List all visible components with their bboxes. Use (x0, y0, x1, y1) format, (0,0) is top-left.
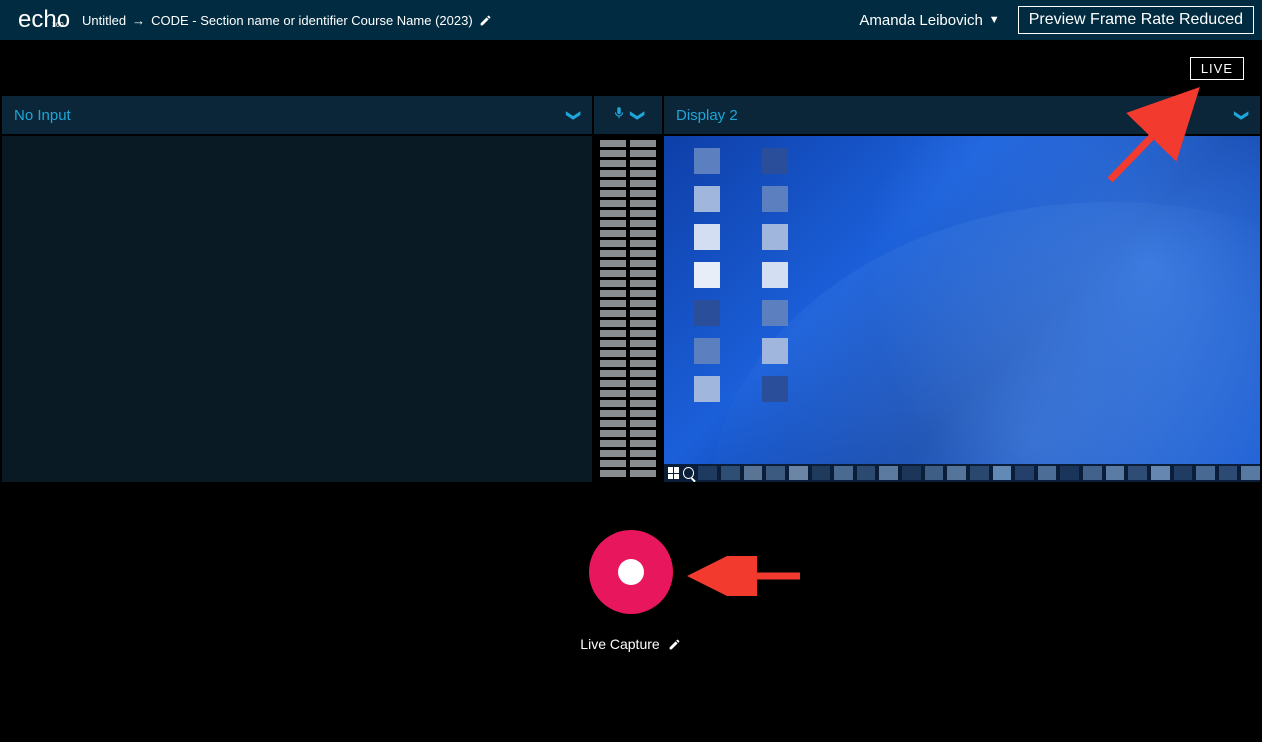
app-header: echo360 Untitled → CODE - Section name o… (0, 0, 1262, 40)
search-icon (683, 467, 694, 479)
preview-row (0, 134, 1262, 482)
user-name: Amanda Leibovich (859, 12, 982, 29)
chevron-down-icon: ▼ (989, 14, 1000, 26)
audio-vu-meter (594, 136, 662, 482)
arrow-icon: → (132, 13, 145, 28)
capture-name-label: Live Capture (580, 636, 659, 652)
edit-title-button[interactable] (479, 13, 493, 27)
edit-capture-name-button[interactable] (668, 637, 682, 651)
pencil-icon (479, 14, 492, 27)
video-source-left-label: No Input (14, 107, 71, 124)
sources-row: No Input ❯ ❯ Display 2 ❯ (0, 96, 1262, 134)
breadcrumb-course: CODE - Section name or identifier Course… (151, 13, 473, 28)
microphone-icon (612, 105, 626, 125)
live-badge: LIVE (1190, 57, 1244, 80)
start-icon (668, 467, 679, 479)
record-button[interactable] (589, 530, 673, 614)
preview-panel-left (2, 136, 592, 482)
vu-channel-left (600, 140, 626, 478)
audio-source-dropdown[interactable]: ❯ (594, 96, 662, 134)
capture-name-row: Live Capture (580, 636, 681, 652)
breadcrumb: Untitled → CODE - Section name or identi… (82, 13, 493, 28)
record-dot-icon (618, 559, 644, 585)
status-row: LIVE (0, 40, 1262, 96)
user-menu[interactable]: Amanda Leibovich ▼ (859, 12, 1005, 29)
vu-channel-right (630, 140, 656, 478)
preview-panel-right (664, 136, 1260, 482)
record-area: Live Capture (0, 530, 1262, 652)
breadcrumb-untitled: Untitled (82, 13, 126, 28)
video-source-left-dropdown[interactable]: No Input ❯ (2, 96, 592, 134)
logo: echo360 (8, 6, 70, 34)
video-source-right-label: Display 2 (676, 107, 738, 124)
desktop-icons (694, 148, 788, 402)
windows-taskbar (664, 464, 1260, 482)
logo-sub: 360 (52, 22, 64, 29)
chevron-down-icon: ❯ (629, 109, 646, 121)
pencil-icon (668, 638, 681, 651)
framerate-notice[interactable]: Preview Frame Rate Reduced (1018, 6, 1254, 34)
video-source-right-dropdown[interactable]: Display 2 ❯ (664, 96, 1260, 134)
chevron-down-icon: ❯ (566, 109, 583, 121)
chevron-down-icon: ❯ (1234, 109, 1251, 121)
